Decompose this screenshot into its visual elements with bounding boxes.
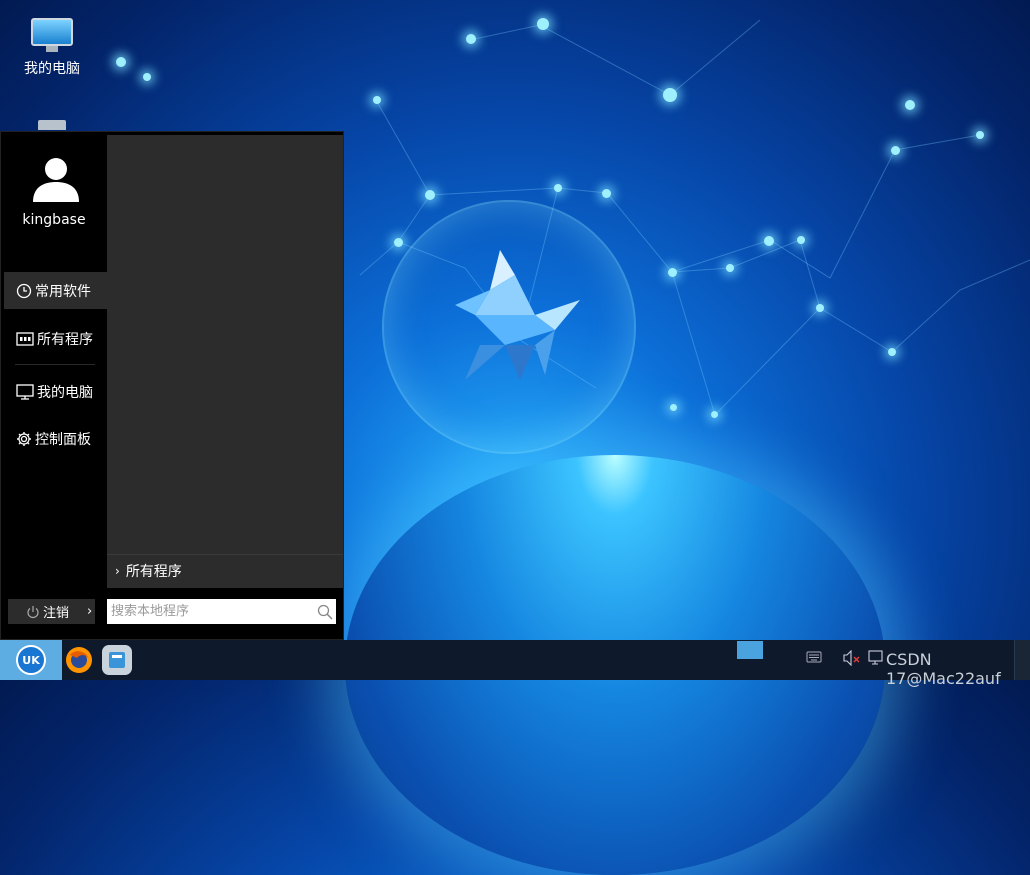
logout-label: 注销 [43, 606, 70, 621]
start-menu-sidebar: kingbase 常用软件 所有程序 我的电脑 控制面板 [1, 132, 107, 639]
wallpaper-star [670, 404, 677, 411]
wallpaper-star [116, 57, 126, 67]
wallpaper-star [816, 304, 824, 312]
sidebar-item-label: 控制面板 [35, 431, 91, 448]
wallpaper-star [394, 238, 403, 247]
all-programs-label: 所有程序 [125, 563, 182, 580]
all-programs-link[interactable]: › 所有程序 [107, 554, 343, 586]
chevron-right-icon: › [87, 604, 93, 619]
wallpaper-star [764, 236, 774, 246]
sidebar-item-my-computer[interactable]: 我的电脑 [4, 373, 107, 410]
search-icon[interactable] [317, 604, 333, 620]
wallpaper-star [891, 146, 900, 155]
wallpaper-star [905, 100, 915, 110]
keyboard-icon[interactable] [806, 650, 822, 664]
chevron-right-icon: › [115, 563, 120, 578]
search-input[interactable] [107, 600, 317, 623]
sidebar-item-all-programs[interactable]: 所有程序 [4, 320, 107, 357]
sidebar-item-label: 我的电脑 [37, 384, 93, 401]
wallpaper-star [726, 264, 734, 272]
wallpaper-star [537, 18, 549, 30]
taskbar-app-file-manager[interactable] [102, 645, 132, 675]
wallpaper-star [797, 236, 805, 244]
wallpaper-star [888, 348, 896, 356]
kylin-start-icon: UK [16, 645, 46, 675]
wallpaper-star [425, 190, 435, 200]
firefox-icon [66, 647, 92, 673]
wallpaper-star [602, 189, 611, 198]
clock-icon [16, 283, 32, 298]
user-avatar-icon [33, 158, 79, 202]
network-icon[interactable] [868, 650, 886, 666]
clock-text[interactable]: CSDN 17@Mac22auf [886, 650, 1030, 688]
wallpaper-star [663, 88, 677, 102]
apps-icon [16, 331, 34, 346]
monitor-icon [16, 383, 34, 400]
wallpaper-star [466, 34, 476, 44]
search-box [107, 599, 336, 624]
sidebar-item-label: 所有程序 [37, 331, 93, 348]
sidebar-item-label: 常用软件 [35, 283, 91, 300]
file-manager-icon [109, 652, 125, 668]
desktop-icon-label: 我的电脑 [24, 61, 80, 77]
wallpaper-star [143, 73, 151, 81]
start-button[interactable]: UK [0, 640, 62, 680]
kylin-logo [455, 250, 580, 380]
taskbar: UK CSDN 17@Mac22auf [0, 640, 1030, 688]
start-menu: kingbase 常用软件 所有程序 我的电脑 控制面板 › 所有程序 注销 ›… [0, 131, 344, 640]
desktop-icon-my-computer[interactable]: 我的电脑 [14, 18, 90, 78]
sidebar-divider [15, 364, 95, 365]
wallpaper-star [668, 268, 677, 277]
sidebar-item-common-software[interactable]: 常用软件 [4, 272, 107, 309]
recent-apps-panel: › 所有程序 [107, 135, 343, 588]
wallpaper-star [554, 184, 562, 192]
wallpaper-star [373, 96, 381, 104]
show-desktop-button[interactable] [1014, 640, 1030, 680]
power-icon [27, 605, 39, 618]
gear-icon [17, 431, 31, 446]
logout-button[interactable]: 注销 › [8, 599, 95, 624]
username: kingbase [22, 212, 86, 228]
taskbar-app-firefox[interactable] [64, 645, 94, 675]
wallpaper-star [711, 411, 718, 418]
wallpaper-star [976, 131, 984, 139]
sidebar-item-control-panel[interactable]: 控制面板 [4, 420, 107, 457]
volume-muted-icon[interactable] [842, 650, 862, 666]
workspace-switcher[interactable] [737, 641, 763, 659]
trash-icon [38, 120, 66, 130]
computer-icon [31, 18, 73, 52]
